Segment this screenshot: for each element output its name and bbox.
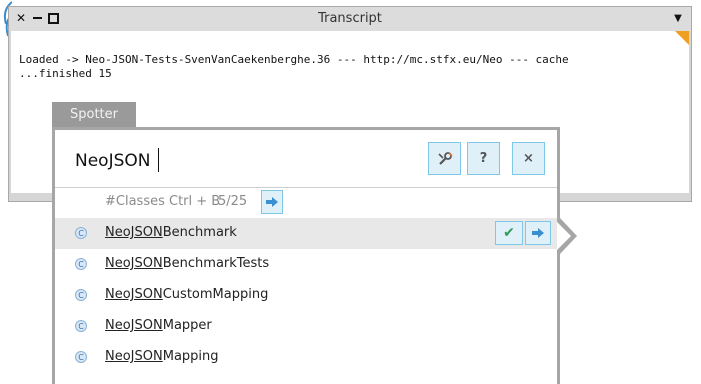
text-caret: [158, 148, 159, 172]
transcript-corner-marker: [675, 31, 689, 45]
class-icon: C: [75, 227, 87, 239]
category-count: 5/25: [218, 194, 248, 209]
result-rest: BenchmarkTests: [162, 256, 270, 271]
select-check-icon[interactable]: ✔: [495, 221, 523, 245]
result-match: NeoJSON: [105, 225, 163, 240]
window-menu-chevron-down-icon[interactable]: ▼: [671, 11, 685, 25]
result-match: NeoJSON: [105, 256, 163, 271]
result-match: NeoJSON: [105, 349, 163, 364]
spotter-tab: Spotter: [52, 102, 136, 127]
help-button[interactable]: ?: [467, 142, 500, 175]
result-row[interactable]: C NeoJSONCustomMapping: [55, 280, 557, 311]
result-row[interactable]: C NeoJSONMapping: [55, 342, 557, 373]
transcript-content: Loaded -> Neo-JSON-Tests-SvenVanCaekenbe…: [19, 53, 679, 81]
spotter-search-bar: ? ×: [55, 130, 557, 188]
result-label: NeoJSONMapper: [105, 318, 212, 333]
dive-in-arrow-icon[interactable]: [525, 221, 551, 245]
spotter-search-input[interactable]: [75, 148, 375, 174]
result-label: NeoJSONCustomMapping: [105, 287, 268, 302]
category-header: #Classes Ctrl + B 5/25: [55, 187, 557, 217]
result-rest: Benchmark: [162, 225, 237, 240]
result-rest: Mapper: [162, 318, 212, 333]
close-button[interactable]: ×: [512, 142, 545, 175]
result-row[interactable]: C NeoJSONMapper: [55, 311, 557, 342]
transcript-line: Loaded -> Neo-JSON-Tests-SvenVanCaekenbe…: [19, 53, 569, 66]
result-row[interactable]: C NeoJSONBenchmarkTests: [55, 249, 557, 280]
result-rest: Mapping: [162, 349, 219, 364]
preview-pointer-fill: [557, 222, 571, 250]
category-label: #Classes Ctrl + B: [105, 194, 221, 209]
result-rest: CustomMapping: [162, 287, 269, 302]
result-row[interactable]: C NeoJSONBenchmark ✔: [55, 218, 557, 249]
dive-in-category-arrow-icon[interactable]: [261, 190, 283, 214]
result-match: NeoJSON: [105, 318, 163, 333]
result-match: NeoJSON: [105, 287, 163, 302]
result-label: NeoJSONBenchmarkTests: [105, 256, 269, 271]
transcript-title: Transcript: [318, 11, 382, 26]
result-label: NeoJSONBenchmark: [105, 225, 237, 240]
settings-wrench-icon[interactable]: [428, 142, 461, 175]
class-icon: C: [75, 289, 87, 301]
class-icon: C: [75, 320, 87, 332]
transcript-line: ...finished 15: [19, 67, 112, 80]
result-label: NeoJSONMapping: [105, 349, 219, 364]
transcript-titlebar[interactable]: ✕ Transcript ▼: [9, 7, 691, 31]
class-icon: C: [75, 258, 87, 270]
spotter-panel: ? × #Classes Ctrl + B 5/25 C NeoJSONBenc…: [52, 127, 560, 384]
class-icon: C: [75, 351, 87, 363]
